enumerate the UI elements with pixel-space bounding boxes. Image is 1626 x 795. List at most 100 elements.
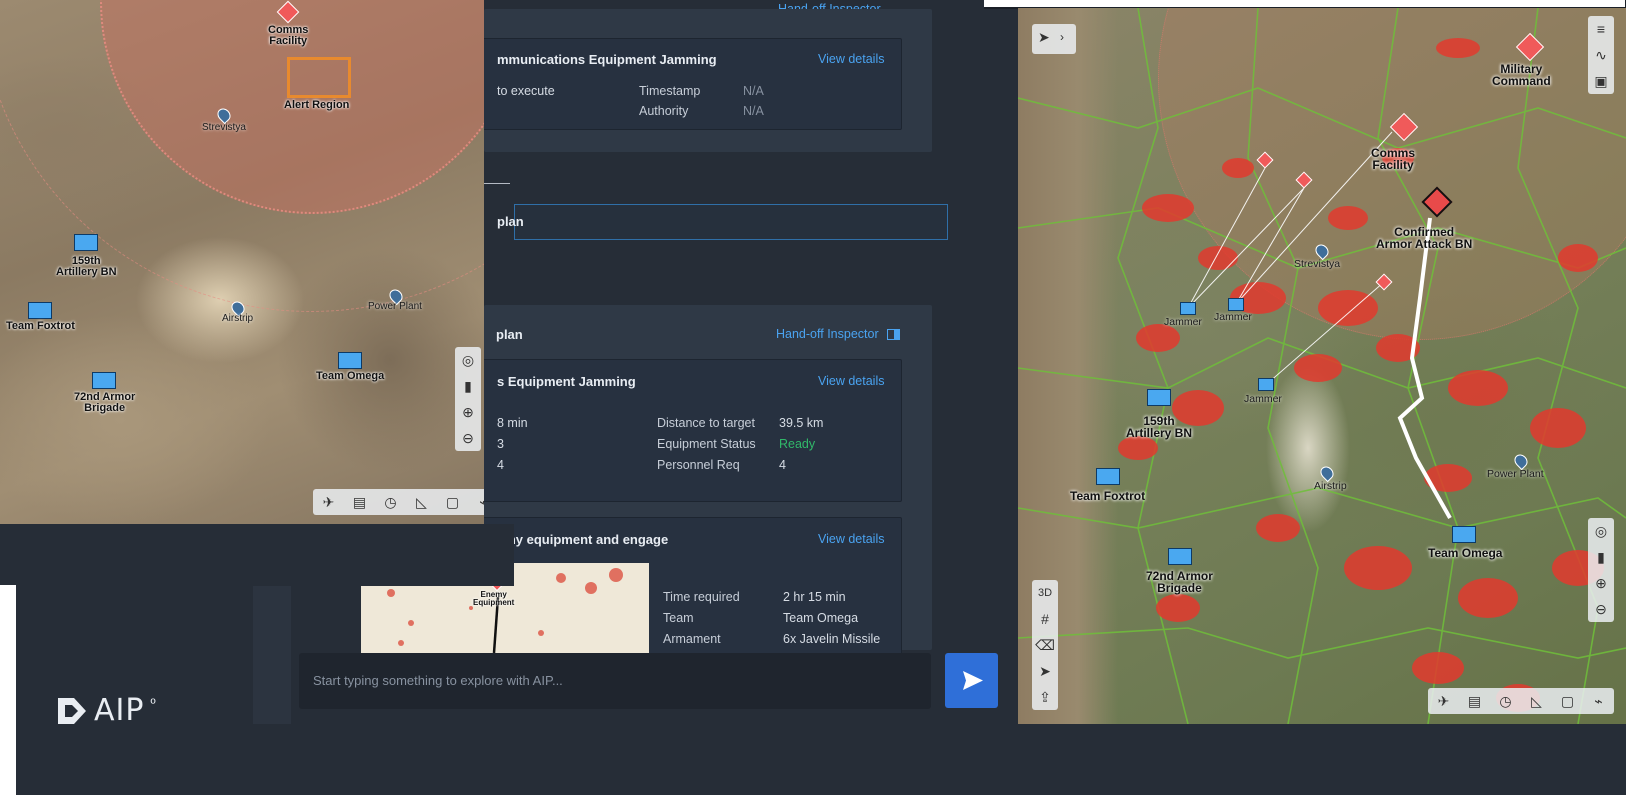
- divider-dash: ——: [484, 175, 510, 190]
- team-foxtrot-marker[interactable]: [28, 302, 52, 319]
- right-map-side-toolbar: ◎ ▮ ⊕ ⊖: [1588, 518, 1614, 622]
- armor-brigade-marker[interactable]: [92, 372, 116, 389]
- timestamp-label: Timestamp: [639, 84, 701, 98]
- jammer-label-2: Jammer: [1214, 311, 1252, 323]
- airstrip-label-right: Airstrip: [1314, 480, 1347, 492]
- team-label: Team: [663, 611, 694, 625]
- timestamp-value: N/A: [743, 84, 764, 98]
- military-command-label: Military Command: [1492, 62, 1551, 88]
- clock-icon[interactable]: ◷: [375, 489, 406, 515]
- activity-icon[interactable]: ∿: [1588, 42, 1614, 68]
- layers-icon-right[interactable]: ◎: [1588, 518, 1614, 544]
- zoom-out-icon[interactable]: ⊖: [455, 425, 481, 451]
- chart-icon-right[interactable]: ◺: [1521, 688, 1552, 714]
- signal-icon-right[interactable]: ⌁: [1583, 688, 1614, 714]
- terrain-overlay: [1018, 8, 1626, 724]
- jammer-label-1: Jammer: [1164, 316, 1202, 328]
- aircraft-icon-right[interactable]: ✈: [1428, 688, 1459, 714]
- authority-value: N/A: [743, 104, 764, 118]
- armament-label: Armament: [663, 632, 721, 646]
- right-map[interactable]: Military Command Comms Facility Confirme…: [1018, 8, 1626, 724]
- alert-region-label: Alert Region: [284, 99, 350, 111]
- jammer-label-3: Jammer: [1244, 393, 1282, 405]
- zoom-in-icon-right[interactable]: ⊕: [1588, 570, 1614, 596]
- table-icon-right[interactable]: ▤: [1459, 688, 1490, 714]
- chevron-right-icon: ›: [1060, 30, 1064, 44]
- task-card-1: mmunications Equipment Jamming View deta…: [482, 9, 932, 152]
- distance-label: Distance to target: [657, 416, 755, 430]
- chat-icon[interactable]: ▣: [1588, 68, 1614, 94]
- strevistya-label: Strevistya: [202, 122, 246, 133]
- power-plant-label: Power Plant: [368, 301, 422, 312]
- bookmark-icon-right[interactable]: ▮: [1588, 544, 1614, 570]
- jammer-marker-2[interactable]: [1228, 298, 1244, 311]
- panel-icon: [886, 328, 900, 340]
- select-box-icon-right[interactable]: ▢: [1552, 688, 1583, 714]
- personnel-label: Personnel Req: [657, 458, 740, 472]
- team-omega-marker[interactable]: [338, 352, 362, 369]
- hand-off-inspector-button[interactable]: Hand-off Inspector: [776, 327, 900, 341]
- view-details-2[interactable]: View details: [818, 374, 884, 388]
- grid-icon[interactable]: #: [1032, 606, 1058, 632]
- time-required-value: 2 hr 15 min: [783, 590, 846, 604]
- armor-brigade-label: 72nd Armor Brigade: [74, 391, 136, 414]
- left-map[interactable]: Alert Region Comms Facility Strevistya 1…: [0, 0, 484, 524]
- team-omega-marker-right[interactable]: [1452, 526, 1476, 543]
- armor-brigade-marker-right[interactable]: [1168, 548, 1192, 565]
- task-card-3-title: emy equipment and engage: [497, 532, 669, 547]
- hand-off-inspector-label: Hand-off Inspector: [776, 327, 879, 341]
- equipment-status-label: Equipment Status: [657, 437, 756, 451]
- select-tool[interactable]: ➤ ›: [1032, 24, 1076, 54]
- team-foxtrot-marker-right[interactable]: [1096, 468, 1120, 485]
- team-omega-label-right: Team Omega: [1428, 546, 1503, 560]
- chat-input[interactable]: Start typing something to explore with A…: [299, 653, 931, 709]
- artillery-label: 159th Artillery BN: [56, 255, 117, 278]
- view-details-3[interactable]: View details: [818, 532, 884, 546]
- right-map-bottom-toolbar: ✈ ▤ ◷ ◺ ▢ ⌁: [1428, 688, 1614, 714]
- list-icon[interactable]: ≡: [1588, 16, 1614, 42]
- 3d-button[interactable]: 3D: [1032, 580, 1058, 606]
- equipment-status-value: Ready: [779, 437, 816, 451]
- signal-icon[interactable]: ⌁: [468, 489, 484, 515]
- send-arrow-icon[interactable]: ➤: [1032, 658, 1058, 684]
- plan-field-text: plan: [497, 214, 524, 229]
- zoom-out-icon-right[interactable]: ⊖: [1588, 596, 1614, 622]
- select-box-icon[interactable]: ▢: [437, 489, 468, 515]
- bookmark-icon[interactable]: ▮: [455, 373, 481, 399]
- task-card-1-title: mmunications Equipment Jamming: [497, 52, 717, 67]
- artillery-marker-right[interactable]: [1147, 389, 1171, 406]
- left-map-side-toolbar: ◎ ▮ ⊕ ⊖: [455, 347, 481, 451]
- plan-field[interactable]: plan: [497, 204, 948, 240]
- jammer-marker-1[interactable]: [1180, 302, 1196, 315]
- artillery-unit-marker[interactable]: [74, 234, 98, 251]
- airstrip-label: Airstrip: [222, 313, 254, 324]
- aircraft-icon[interactable]: ✈: [313, 489, 344, 515]
- alert-region-box[interactable]: [287, 57, 351, 98]
- clock-icon-right[interactable]: ◷: [1490, 688, 1521, 714]
- card1-left-text: to execute: [497, 84, 555, 98]
- table-icon[interactable]: ▤: [344, 489, 375, 515]
- team-omega-label: Team Omega: [316, 370, 385, 382]
- send-button[interactable]: [945, 653, 998, 708]
- view-details-1[interactable]: View details: [818, 52, 884, 66]
- layers-icon[interactable]: ◎: [455, 347, 481, 373]
- artillery-label-right: 159th Artillery BN: [1126, 414, 1193, 440]
- strevistya-label-right: Strevistya: [1294, 258, 1341, 270]
- task-card-1-inner: mmunications Equipment Jamming View deta…: [482, 38, 902, 130]
- upload-icon[interactable]: ⇪: [1032, 684, 1058, 710]
- distance-value: 39.5 km: [779, 416, 824, 430]
- time-required-label: Time required: [663, 590, 740, 604]
- palantir-logo-icon: [58, 697, 86, 724]
- chat-placeholder: Start typing something to explore with A…: [313, 673, 563, 688]
- eraser-icon[interactable]: ⌫: [1032, 632, 1058, 658]
- left-map-footer: [0, 524, 514, 586]
- jammer-marker-3[interactable]: [1258, 378, 1274, 391]
- aip-logo: AIP º: [56, 693, 156, 728]
- chart-icon[interactable]: ◺: [406, 489, 437, 515]
- armament-value: 6x Javelin Missile: [783, 632, 881, 646]
- card2-left-3: 4: [497, 458, 504, 472]
- personnel-value: 4: [779, 458, 786, 472]
- team-value: Team Omega: [783, 611, 859, 625]
- zoom-in-icon[interactable]: ⊕: [455, 399, 481, 425]
- power-plant-label-right: Power Plant: [1487, 468, 1544, 480]
